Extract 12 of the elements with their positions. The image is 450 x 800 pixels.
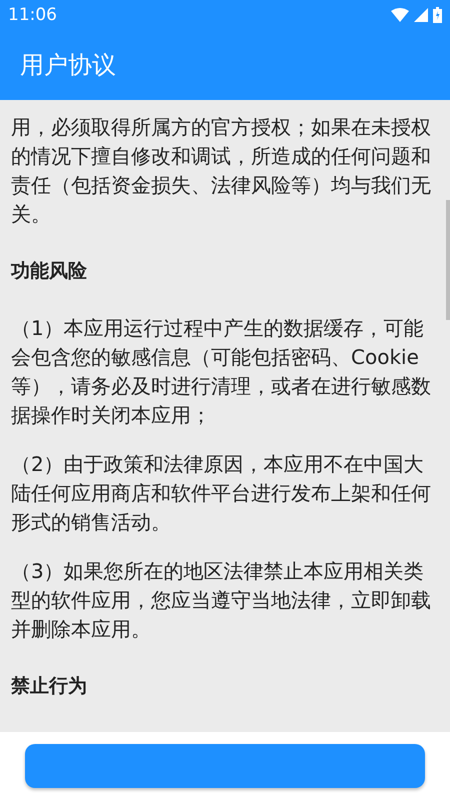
signal-icon (414, 8, 428, 22)
status-time: 11:06 (8, 5, 57, 25)
wifi-icon (391, 8, 409, 22)
paragraph: 用，必须取得所属方的官方授权；如果在未授权的情况下擅自修改和调试，所造成的任何问题和责任（包括资金损失、法律风险等）均与我们无关。 (11, 114, 432, 228)
battery-icon (433, 7, 442, 23)
section-heading: 功能风险 (11, 259, 88, 284)
section-heading: 禁止行为 (11, 674, 88, 699)
bottom-button[interactable] (25, 744, 425, 788)
paragraph: （1）本应用运行过程中产生的数据缓存，可能会包含您的敏感信息（可能包括密码、Cookie等），请务必及时进行清理，或者在进行敏感数据操作时关闭本应用； (11, 315, 432, 429)
paragraph: （2）由于政策和法律原因，本应用不在中国大陆任何应用商店和软件平台进行发布上架和任何形式的销售活动。 (11, 451, 432, 536)
app-bar-title: 用户协议 (20, 50, 116, 81)
paragraph: （3）如果您所在的地区法律禁止本应用相关类型的软件应用，您应当遵守当地法律，立即卸载并删除本应用。 (11, 558, 432, 643)
